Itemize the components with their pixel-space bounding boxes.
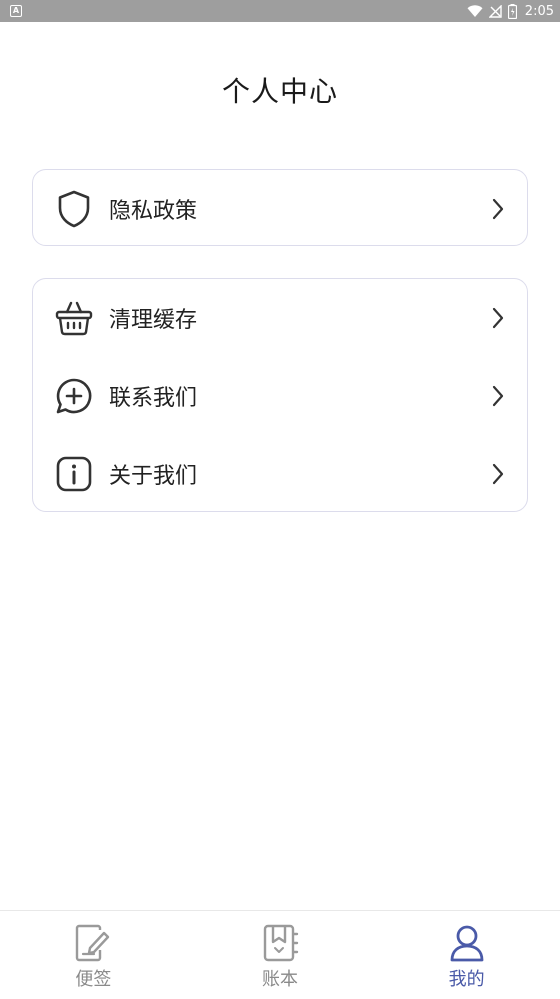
chat-plus-icon (55, 377, 93, 415)
bottom-nav: 便签 账本 我的 (0, 910, 560, 999)
page-title: 个人中心 (221, 75, 338, 108)
menu-item-contact-us[interactable]: 联系我们 (33, 357, 527, 435)
basket-icon (55, 299, 93, 337)
menu-item-label: 联系我们 (109, 386, 198, 411)
menu-item-privacy-policy[interactable]: 隐私政策 (33, 170, 527, 247)
nav-item-notes[interactable]: 便签 (0, 911, 187, 999)
info-icon (55, 455, 93, 493)
nav-label: 我的 (448, 969, 485, 990)
menu-card-privacy: 隐私政策 (32, 169, 528, 246)
menu-item-about-us[interactable]: 关于我们 (33, 435, 527, 513)
ledger-icon (260, 923, 300, 963)
nav-label: 账本 (262, 969, 298, 990)
nav-item-mine[interactable]: 我的 (373, 911, 560, 999)
nav-label: 便签 (75, 969, 112, 990)
menu-item-clear-cache[interactable]: 清理缓存 (33, 279, 527, 357)
user-icon (447, 923, 487, 963)
menu-card-general: 清理缓存 联系我们 关于我们 (32, 278, 528, 512)
status-left: A (10, 5, 22, 17)
menu-item-label: 清理缓存 (109, 308, 198, 333)
screen: A 2:05 个人中心 隐私政策 清理缓存 联系我们 关于我们 便签 账本 我的 (0, 0, 560, 999)
shield-icon (55, 190, 93, 228)
app-indicator-icon: A (10, 5, 22, 17)
chevron-right-icon (489, 384, 507, 408)
status-right: 2:05 (467, 3, 554, 19)
no-signal-icon (488, 4, 502, 18)
chevron-right-icon (489, 197, 507, 221)
nav-item-ledger[interactable]: 账本 (187, 911, 374, 999)
menu-item-label: 隐私政策 (109, 198, 198, 224)
wifi-icon (467, 4, 483, 18)
battery-icon (507, 3, 517, 19)
chevron-right-icon (489, 306, 507, 330)
menu-item-label: 关于我们 (109, 464, 198, 489)
status-bar: A 2:05 (0, 0, 560, 22)
chevron-right-icon (489, 462, 507, 486)
note-edit-icon (73, 923, 113, 963)
status-time: 2:05 (524, 3, 554, 19)
